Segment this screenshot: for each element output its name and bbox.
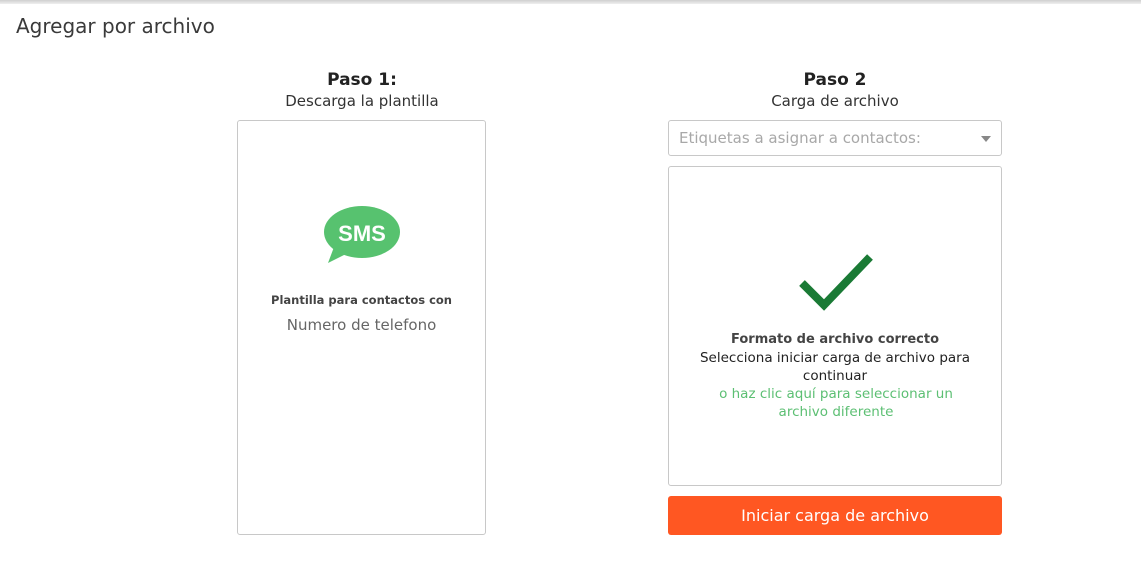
upload-status-text: Formato de archivo correcto (731, 332, 939, 347)
step1-number: Paso 1: (327, 70, 397, 90)
upload-instruction-text: Selecciona iniciar carga de archivo para… (699, 350, 971, 384)
start-upload-button[interactable]: Iniciar carga de archivo (668, 496, 1002, 535)
page-title: Agregar por archivo (16, 14, 215, 38)
step2-subtitle: Carga de archivo (771, 92, 899, 110)
tags-select-placeholder: Etiquetas a asignar a contactos: (679, 129, 921, 147)
caret-down-icon (981, 136, 991, 142)
top-shadow-bar (0, 0, 1141, 4)
checkmark-icon (799, 254, 873, 311)
sms-bubble-icon: SMS (324, 206, 400, 263)
step2-heading: Paso 2 Carga de archivo (685, 69, 985, 111)
file-upload-dropzone[interactable]: Formato de archivo correcto Selecciona i… (668, 166, 1002, 486)
select-different-file-link[interactable]: o haz clic aquí para seleccionar un arch… (711, 385, 961, 421)
step1-subtitle: Descarga la plantilla (285, 92, 439, 110)
step2-number: Paso 2 (803, 70, 867, 90)
sms-logo-text: SMS (338, 221, 386, 246)
step1-heading: Paso 1: Descarga la plantilla (212, 69, 512, 111)
template-download-card[interactable]: SMS Plantilla para contactos con Numero … (237, 120, 486, 535)
tags-select[interactable]: Etiquetas a asignar a contactos: (668, 120, 1002, 156)
template-card-title: Plantilla para contactos con (271, 293, 452, 307)
template-card-subtitle: Numero de telefono (286, 316, 437, 334)
